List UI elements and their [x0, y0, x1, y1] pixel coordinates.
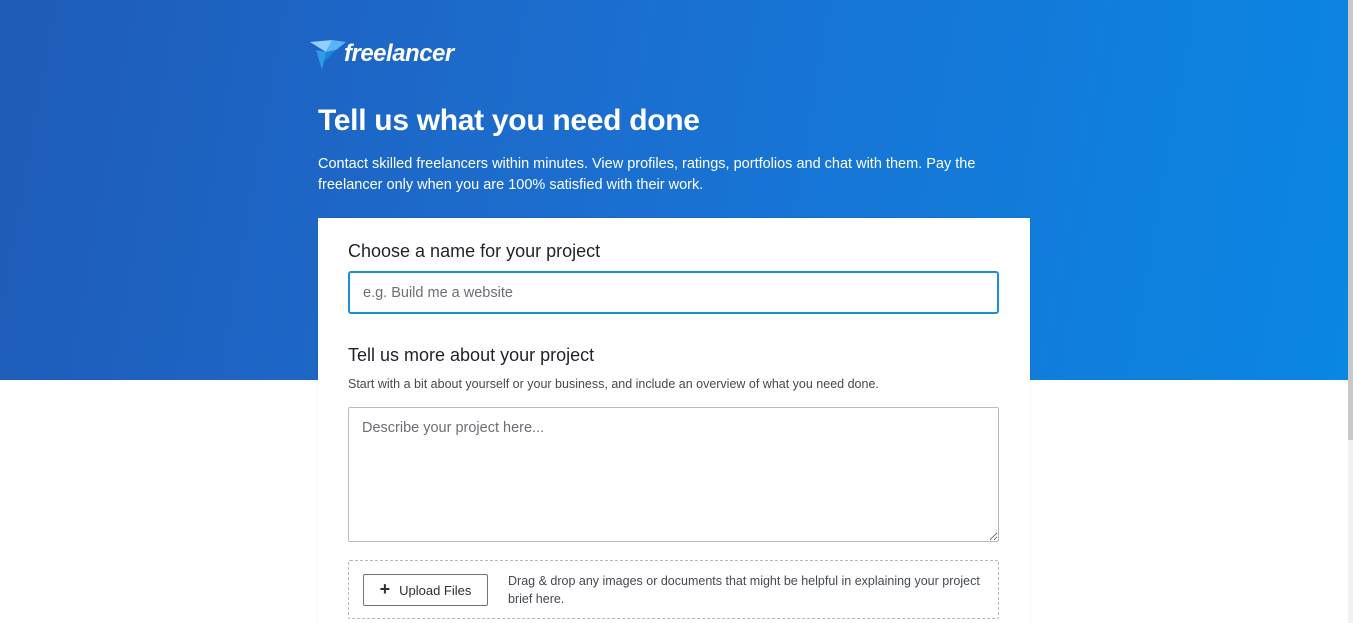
project-description-hint: Start with a bit about yourself or your … [348, 377, 879, 391]
project-description-textarea[interactable] [348, 407, 999, 542]
project-name-input[interactable] [348, 271, 999, 314]
upload-help-text: Drag & drop any images or documents that… [508, 574, 980, 606]
upload-files-label: Upload Files [399, 582, 472, 598]
page: freelancer Tell us what you need done Co… [0, 0, 1353, 623]
page-scrollbar[interactable] [1348, 0, 1353, 623]
project-name-label: Choose a name for your project [348, 241, 601, 261]
upload-files-button[interactable]: + Upload Files [363, 574, 488, 606]
page-title: Tell us what you need done [318, 104, 700, 137]
file-drop-zone[interactable]: + Upload Files Drag & drop any images or… [348, 560, 999, 619]
project-description-label: Tell us more about your project [348, 345, 595, 365]
freelancer-logo[interactable]: freelancer [310, 36, 454, 72]
page-subtitle: Contact skilled freelancers within minut… [318, 156, 976, 193]
plus-icon: + [379, 579, 391, 599]
bird-logo-icon [310, 40, 346, 70]
scrollbar-thumb[interactable] [1348, 0, 1353, 440]
logo-wordmark: freelancer [344, 40, 454, 67]
project-form-card: Choose a name for your project Tell us m… [318, 218, 1030, 623]
